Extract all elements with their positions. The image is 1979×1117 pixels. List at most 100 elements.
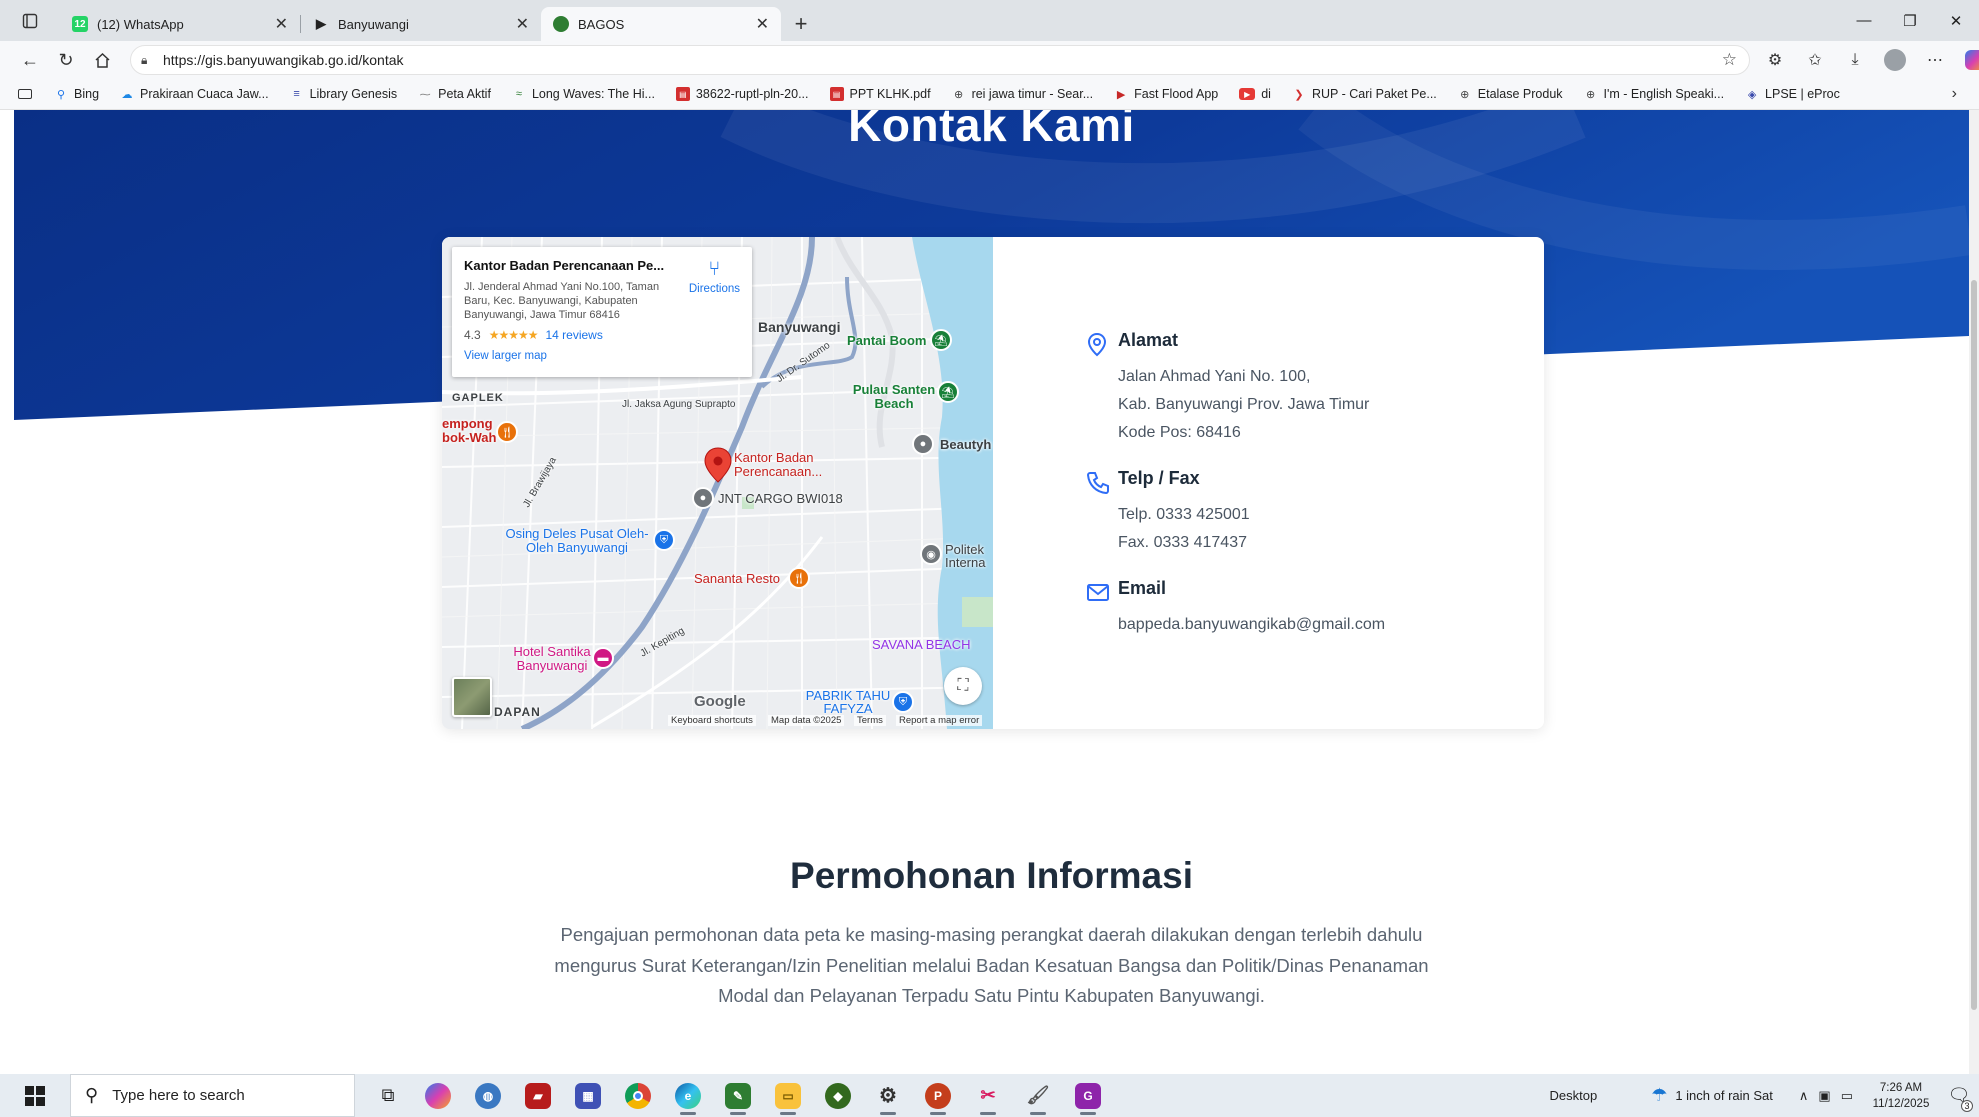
task-view-button[interactable]: ⧉	[363, 1074, 413, 1117]
home-button[interactable]	[84, 42, 120, 78]
keyboard-shortcuts-link[interactable]: Keyboard shortcuts	[668, 715, 756, 726]
youtube-icon: ▶	[1239, 88, 1256, 100]
beach-marker-icon[interactable]: ⛱︎	[930, 329, 952, 351]
snipping-tool-app[interactable]: ✂︎	[963, 1074, 1013, 1117]
shopping-marker-icon[interactable]: ⛨	[653, 529, 675, 551]
beach-marker-icon[interactable]: ⛱︎	[937, 381, 959, 403]
reviews-link[interactable]: 14 reviews	[545, 328, 602, 342]
copilot-app[interactable]	[413, 1074, 463, 1117]
downloads-icon[interactable]: ⤓	[1835, 41, 1875, 79]
powerpoint-app[interactable]: P	[913, 1074, 963, 1117]
tab-title: Banyuwangi	[338, 16, 409, 32]
weather-text[interactable]: 1 inch of rain Sat	[1675, 1088, 1773, 1103]
more-menu-icon[interactable]: ⋯	[1915, 41, 1955, 79]
embedded-map[interactable]: Kantor Badan Perencanaan Pe... Jl. Jende…	[442, 237, 993, 729]
bookmark-item[interactable]: ◈ LPSE | eProc	[1745, 87, 1840, 101]
paint-app[interactable]: 🖌︎	[1013, 1074, 1063, 1117]
close-window-icon[interactable]: ✕	[1933, 0, 1979, 41]
restaurant-marker-icon[interactable]: 🍴︎	[496, 421, 518, 443]
refresh-button[interactable]: ↻	[48, 42, 84, 78]
bookmark-item[interactable]: ▶ di	[1239, 87, 1271, 101]
bookmark-item[interactable]: ⁓ Peta Aktif	[418, 87, 491, 101]
scrollbar-thumb[interactable]	[1971, 280, 1977, 1010]
map-label: Pantai Boom	[847, 333, 927, 348]
copilot-icon[interactable]	[1955, 41, 1979, 79]
satellite-layer-toggle[interactable]	[452, 677, 492, 717]
address-line: Kode Pos: 68416	[1118, 424, 1241, 441]
bookmark-folder-icon[interactable]	[18, 89, 32, 99]
file-explorer-app[interactable]: ▭	[763, 1074, 813, 1117]
chrome-app[interactable]	[613, 1074, 663, 1117]
bookmark-item[interactable]: ⊕ Etalase Produk	[1458, 87, 1562, 101]
clock[interactable]: 7:26 AM 11/12/2025	[1863, 1080, 1939, 1112]
desktop-toolbar[interactable]: Desktop	[1549, 1088, 1597, 1103]
report-error-link[interactable]: Report a map error	[896, 715, 983, 726]
directions-button[interactable]: ⑂ Directions	[689, 258, 740, 295]
bookmark-item[interactable]: ≡ Library Genesis	[290, 87, 397, 101]
view-larger-map-link[interactable]: View larger map	[464, 350, 740, 362]
close-tab-icon[interactable]: ✕	[516, 14, 529, 34]
start-button[interactable]	[0, 1074, 70, 1117]
location-marker-icon[interactable]	[704, 447, 732, 483]
chrome-icon	[625, 1082, 651, 1109]
extensions-icon[interactable]: ⚙︎	[1755, 41, 1795, 79]
clock-date: 11/12/2025	[1872, 1097, 1930, 1110]
globe-app[interactable]: ◍	[463, 1074, 513, 1117]
favorites-icon[interactable]: ✩	[1795, 41, 1835, 79]
battery-icon[interactable]: ▭	[1841, 1088, 1853, 1104]
fullscreen-button[interactable]: ⛶	[944, 667, 982, 705]
edge-app[interactable]: e	[663, 1074, 713, 1117]
back-button[interactable]: ←	[12, 42, 48, 78]
lock-icon: 🔒︎	[141, 52, 148, 67]
favorite-star-icon[interactable]: ☆	[1722, 50, 1737, 70]
book-icon: ≡	[293, 88, 300, 100]
calculator-app[interactable]: ▦	[563, 1074, 613, 1117]
place-marker-icon[interactable]: ●	[912, 433, 934, 455]
tab-actions-button[interactable]	[0, 0, 60, 41]
bookmark-item[interactable]: ⊕ I'm - English Speaki...	[1584, 87, 1724, 101]
bookmark-item[interactable]: ≈ Long Waves: The Hi...	[512, 87, 655, 101]
bookmarks-overflow-icon[interactable]: ›	[1952, 85, 1957, 103]
terms-link[interactable]: Terms	[854, 715, 886, 726]
restore-icon[interactable]: ❐	[1887, 0, 1933, 41]
close-tab-icon[interactable]: ✕	[275, 14, 288, 34]
email-address[interactable]: bappeda.banyuwangikab@gmail.com	[1118, 611, 1385, 639]
url-field[interactable]: 🔒︎ https://gis.banyuwangikab.go.id/konta…	[130, 45, 1750, 75]
profile-avatar[interactable]	[1875, 41, 1915, 79]
bookmark-item[interactable]: ☁ Prakiraan Cuaca Jaw...	[120, 87, 269, 101]
bookmark-item[interactable]: ⚲ Bing	[54, 87, 99, 101]
tab-banyuwangi[interactable]: ▶ Banyuwangi ✕	[301, 7, 541, 41]
weather-icon: ☁	[121, 88, 133, 101]
meet-now-icon[interactable]: ▣	[1818, 1088, 1830, 1104]
shield-icon: ◆	[825, 1082, 851, 1109]
shield-app[interactable]: ◆	[813, 1074, 863, 1117]
tab-whatsapp[interactable]: 12 (12) WhatsApp ✕	[60, 7, 300, 41]
settings-app[interactable]: ⚙︎	[863, 1074, 913, 1117]
hotel-marker-icon[interactable]: ▬	[592, 647, 614, 669]
bookmark-item[interactable]: ▶ Fast Flood App	[1114, 87, 1218, 101]
minimize-icon[interactable]: —	[1841, 0, 1887, 41]
bookmark-item[interactable]: ▤ 38622-ruptl-pln-20...	[675, 87, 809, 101]
restaurant-marker-icon[interactable]: 🍴︎	[788, 567, 810, 589]
map-label: Pulau Santen Beach	[852, 382, 936, 411]
bookmark-item[interactable]: ⊕ rei jawa timur - Sear...	[952, 87, 1093, 101]
shopping-marker-icon[interactable]: ⛨	[892, 691, 914, 713]
calculator-icon: ▦	[575, 1082, 601, 1109]
page-scrollbar[interactable]	[1969, 110, 1979, 1074]
notification-center-button[interactable]: 🗨︎ 3	[1939, 1085, 1979, 1112]
school-marker-icon[interactable]: ◉	[920, 543, 942, 565]
place-marker-icon[interactable]: ●	[692, 487, 714, 509]
notes-app[interactable]: ✎	[713, 1074, 763, 1117]
taskbar-search-box[interactable]: ⚲ Type here to search	[70, 1074, 355, 1117]
bookmark-item[interactable]: ❯ RUP - Cari Paket Pe...	[1292, 87, 1436, 101]
tray-overflow-icon[interactable]: ∧	[1799, 1088, 1809, 1104]
phone-block: Telp / Fax Telp. 0333 425001 Fax. 0333 4…	[1086, 468, 1250, 557]
new-tab-button[interactable]: +	[781, 7, 821, 41]
tab-bagos[interactable]: BAGOS ✕	[541, 7, 781, 41]
pdf-app[interactable]: G	[1063, 1074, 1113, 1117]
location-pin-icon	[1087, 332, 1107, 357]
refresh-icon: ↻	[58, 49, 74, 70]
close-tab-icon[interactable]: ✕	[756, 14, 769, 34]
bookmark-item[interactable]: ▤ PPT KLHK.pdf	[829, 87, 931, 101]
game-app[interactable]: ▰	[513, 1074, 563, 1117]
